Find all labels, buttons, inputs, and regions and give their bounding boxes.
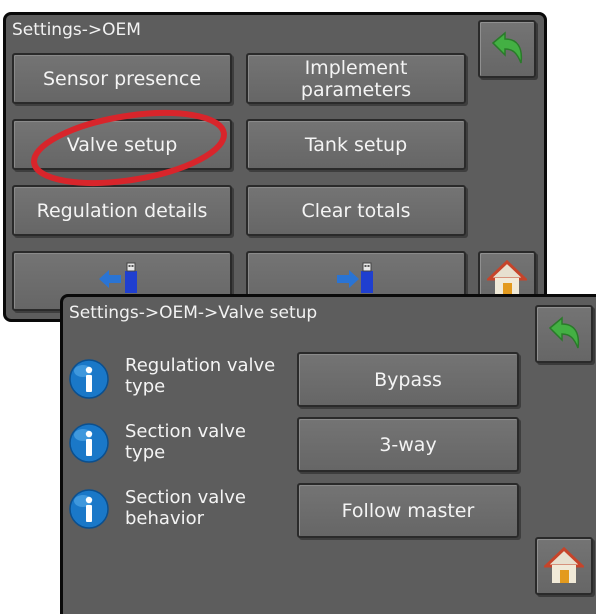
valve-setup-screen: Settings->OEM->Valve setup Regulation va… bbox=[60, 294, 596, 614]
regulation-valve-type-dropdown[interactable]: Bypass bbox=[297, 352, 519, 407]
section-valve-type-dropdown[interactable]: 3-way bbox=[297, 417, 519, 472]
back-arrow-icon bbox=[491, 31, 523, 64]
regulation-valve-type-label: Regulation valve type bbox=[125, 355, 276, 397]
back-arrow-icon bbox=[548, 316, 580, 349]
home-button[interactable] bbox=[535, 537, 593, 595]
back-button[interactable] bbox=[478, 20, 536, 78]
back-button[interactable] bbox=[535, 305, 593, 363]
usb-import-icon bbox=[337, 262, 373, 293]
regulation-details-button[interactable]: Regulation details bbox=[12, 185, 232, 236]
breadcrumb: Settings->OEM bbox=[12, 20, 141, 40]
section-valve-behavior-dropdown[interactable]: Follow master bbox=[297, 483, 519, 538]
breadcrumb: Settings->OEM->Valve setup bbox=[69, 303, 318, 323]
section-valve-type-label: Section valve type bbox=[125, 421, 247, 463]
highlight-ellipse bbox=[31, 110, 227, 186]
info-icon[interactable] bbox=[69, 489, 109, 529]
info-icon bbox=[69, 423, 109, 463]
home-icon bbox=[544, 546, 584, 583]
info-icon bbox=[69, 359, 109, 399]
clear-totals-button[interactable]: Clear totals bbox=[246, 185, 466, 236]
home-icon bbox=[487, 259, 527, 296]
info-icon[interactable] bbox=[69, 423, 109, 463]
section-valve-behavior-label: Section valve behavior bbox=[125, 487, 247, 529]
implement-parameters-button[interactable]: Implement parameters bbox=[246, 53, 466, 104]
usb-export-icon bbox=[99, 262, 137, 293]
sensor-presence-button[interactable]: Sensor presence bbox=[12, 53, 232, 104]
info-icon[interactable] bbox=[69, 359, 109, 399]
implement-parameters-label: Implement parameters bbox=[300, 56, 412, 101]
info-icon bbox=[69, 489, 109, 529]
tank-setup-button[interactable]: Tank setup bbox=[246, 119, 466, 170]
